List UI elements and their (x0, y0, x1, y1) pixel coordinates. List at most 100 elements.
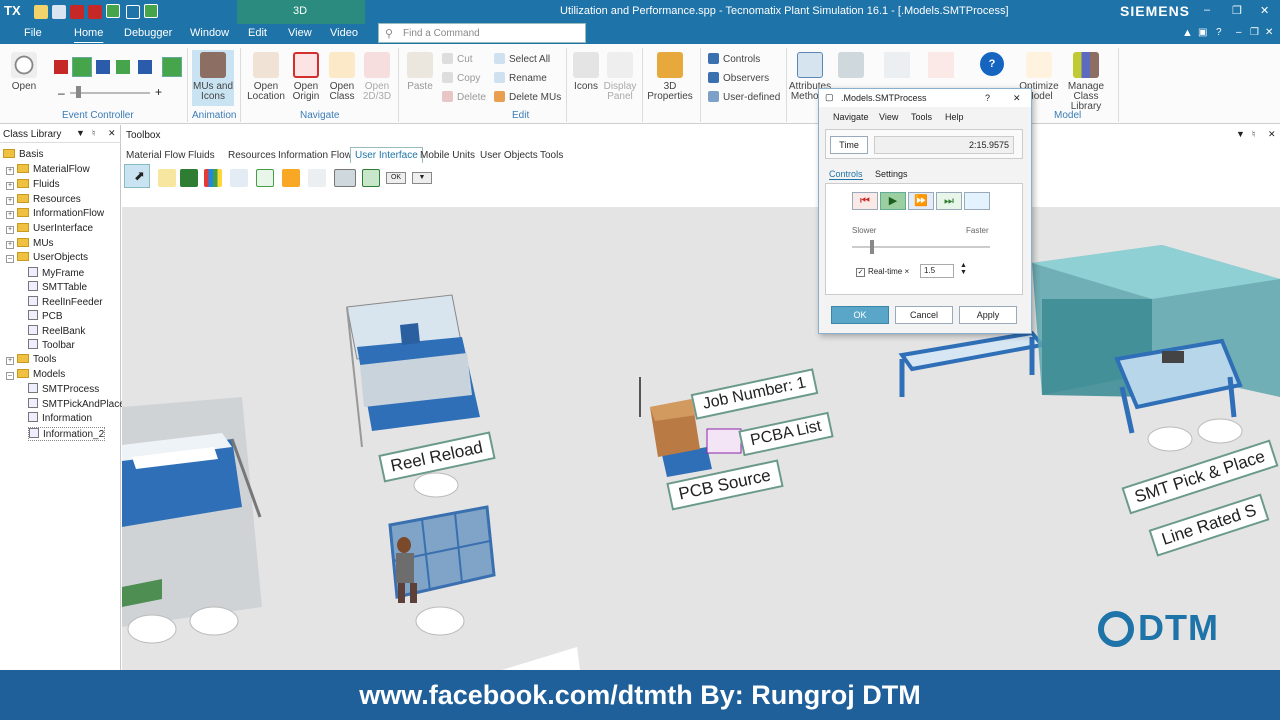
tree-item-smtpickandplace[interactable]: SMTPickAndPlace (28, 398, 125, 410)
minimize-button[interactable]: – (1204, 4, 1210, 16)
tab-user-objects[interactable]: User Objects (480, 150, 538, 161)
start-button[interactable] (72, 57, 92, 77)
speed-slider[interactable] (70, 92, 150, 94)
tab-controls[interactable]: Controls (829, 169, 863, 180)
cancel-button[interactable]: Cancel (895, 306, 953, 324)
step-button[interactable] (116, 60, 130, 74)
tree-item-smtprocess[interactable]: SMTProcess (28, 383, 99, 395)
speed-slider-dialog-thumb[interactable] (870, 240, 874, 254)
chart-icon[interactable] (204, 169, 222, 187)
tree-item-pcb[interactable]: PCB (28, 310, 63, 322)
menu-file[interactable]: File (24, 27, 42, 39)
statistics-icon[interactable] (838, 52, 864, 78)
close-icon[interactable]: ✕ (1268, 129, 1276, 140)
structure-icon[interactable] (884, 52, 910, 78)
start-icon[interactable] (106, 4, 120, 18)
fast-forward-button[interactable] (96, 60, 110, 74)
tab-settings[interactable]: Settings (875, 169, 908, 179)
dialog-close-button[interactable]: ✕ (1013, 93, 1021, 104)
step-sim-button[interactable]: ⏭ (936, 192, 962, 210)
html-report-icon[interactable] (308, 169, 326, 187)
dialog-titlebar[interactable]: ▢ .Models.SMTProcess ? ✕ (819, 89, 1031, 107)
tree-item-information-2[interactable]: Information_2 (28, 427, 106, 441)
open-event-controller-button[interactable]: Open (8, 52, 40, 92)
tree-item-information[interactable]: Information (28, 412, 92, 424)
tree-item-reelinfeeder[interactable]: ReelInFeeder (28, 296, 103, 308)
tree-item-toolbar[interactable]: Toolbar (28, 339, 75, 351)
close-button[interactable]: ✕ (1260, 4, 1269, 17)
open-origin-button[interactable]: Open Origin (288, 52, 324, 102)
fast-sim-button[interactable]: ⏩ (908, 192, 934, 210)
tree-item-mus[interactable]: + MUs (6, 238, 54, 249)
tree-item-resources[interactable]: + Resources (6, 194, 81, 205)
new-file-icon[interactable] (34, 5, 48, 19)
comment-icon[interactable] (158, 169, 176, 187)
select-all-button[interactable]: Select All (494, 53, 550, 65)
apply-button[interactable]: Apply (959, 306, 1017, 324)
screenshot-icon[interactable]: ▣ (1198, 27, 1207, 38)
open-class-button[interactable]: Open Class (324, 52, 360, 102)
display-panel-button[interactable]: Display Panel (602, 52, 638, 102)
reset-button[interactable] (54, 60, 68, 74)
rename-button[interactable]: Rename (494, 72, 547, 84)
paste-button[interactable]: Paste (404, 52, 436, 92)
tree-item-reelbank[interactable]: ReelBank (28, 325, 85, 337)
tree-item-userinterface[interactable]: + UserInterface (6, 223, 93, 234)
tree-item-userobjects[interactable]: – UserObjects (6, 252, 88, 263)
dropdown-tool-icon[interactable]: ▼ (412, 172, 432, 184)
controls-button[interactable]: Controls (708, 53, 760, 65)
menu-window[interactable]: Window (190, 27, 229, 39)
tree-item-informationflow[interactable]: + InformationFlow (6, 208, 104, 219)
dialog-menu-view[interactable]: View (879, 112, 898, 122)
tree-item-smttable[interactable]: SMTTable (28, 281, 87, 293)
start-sim-button[interactable]: ▶ (880, 192, 906, 210)
ok-button[interactable]: OK (831, 306, 889, 324)
doc-minimize-button[interactable]: – (1236, 27, 1242, 38)
dropdown-icon[interactable]: ▼ (1236, 129, 1245, 139)
icons-button[interactable]: Icons (570, 52, 602, 92)
stop-icon[interactable] (88, 5, 102, 19)
dialog-menu-help[interactable]: Help (945, 112, 964, 122)
faster-button[interactable]: + (155, 85, 162, 99)
menu-home[interactable]: Home (74, 27, 103, 39)
pin-icon[interactable]: ♮ (1252, 129, 1255, 140)
copy-button[interactable]: Copy (442, 72, 480, 84)
speed-slider-thumb[interactable] (76, 86, 81, 98)
mus-and-icons-button[interactable]: MUs and Icons (192, 50, 234, 106)
reset-icon[interactable] (70, 5, 84, 19)
inheritance-icon[interactable] (928, 52, 954, 78)
checkbox-icon[interactable] (362, 169, 380, 187)
pointer-tool[interactable]: ⬈ (124, 164, 150, 188)
button-tool[interactable]: OK (386, 172, 406, 184)
tree-item-basis[interactable]: Basis (3, 149, 43, 160)
sankey-icon[interactable] (256, 169, 274, 187)
doc-close-button[interactable]: ✕ (1265, 27, 1273, 38)
slower-button[interactable]: – (58, 86, 65, 100)
user-defined-button[interactable]: User-defined (708, 91, 780, 103)
gantt-icon[interactable] (230, 169, 248, 187)
3d-model-view[interactable]: Reel Reload Job Number: 1 PCBA List PCB … (122, 207, 1280, 670)
tree-item-fluids[interactable]: + Fluids (6, 179, 60, 190)
cut-button[interactable]: Cut (442, 53, 473, 65)
tab-fluids[interactable]: Fluids (188, 150, 215, 161)
tab-tools[interactable]: Tools (540, 150, 563, 161)
tab-user-interface[interactable]: User Interface (350, 147, 423, 163)
tree-item-tools[interactable]: + Tools (6, 354, 56, 365)
tree-item-myframe[interactable]: MyFrame (28, 267, 84, 279)
event-list-button[interactable] (964, 192, 990, 210)
report-icon[interactable] (282, 169, 300, 187)
dropdown-icon[interactable]: ▼ (76, 128, 85, 138)
tree-item-models[interactable]: – Models (6, 369, 65, 380)
open-2d3d-button[interactable]: Open 2D/3D (360, 52, 394, 102)
fast-forward-icon[interactable] (126, 5, 140, 19)
dialog-help-button[interactable]: ? (985, 93, 990, 103)
observers-button[interactable]: Observers (708, 72, 769, 84)
command-search[interactable]: ⚲ Find a Command (378, 23, 586, 43)
spinner-icon[interactable]: ▲ ▼ (960, 262, 967, 276)
tab-resources[interactable]: Resources (228, 150, 276, 161)
help-context-icon[interactable]: ? (980, 52, 1004, 76)
tab-material-flow[interactable]: Material Flow (126, 150, 185, 161)
menu-debugger[interactable]: Debugger (124, 27, 172, 39)
menu-video[interactable]: Video (330, 27, 358, 39)
step-icon[interactable] (144, 4, 158, 18)
